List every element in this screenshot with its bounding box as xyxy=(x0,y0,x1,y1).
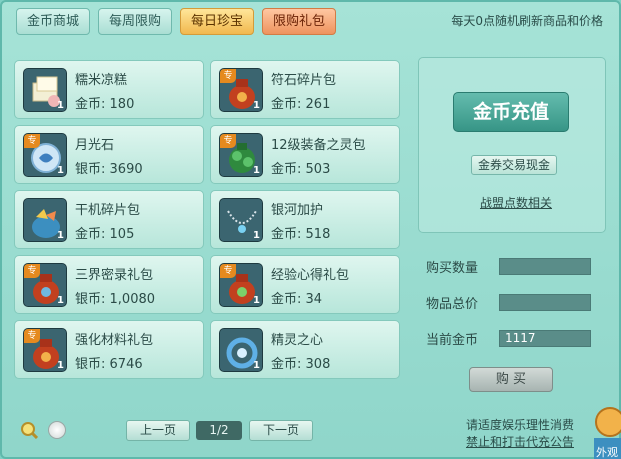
item-price: 银币: 3690 xyxy=(75,162,143,177)
item-name: 强化材料礼包 xyxy=(75,333,154,348)
total-price-field xyxy=(499,294,591,311)
item-name: 符石碎片包 xyxy=(271,73,337,88)
shop-item[interactable]: 1 糯米凉糕 金币: 180 xyxy=(14,60,204,119)
item-grid: 1 糯米凉糕 金币: 180 专 1 符石碎片包 金币: 261 专 1 月光石… xyxy=(14,60,400,379)
item-name: 干机碎片包 xyxy=(75,203,141,218)
item-price: 金币: 308 xyxy=(271,357,331,372)
gift-bag-icon: 专 1 xyxy=(23,263,67,307)
tab-gold-mall[interactable]: 金币商城 xyxy=(16,8,91,35)
item-price: 金币: 518 xyxy=(271,227,331,242)
rune-bag-icon: 专 1 xyxy=(219,68,263,112)
tab-limited-gift[interactable]: 限购礼包 xyxy=(262,8,337,35)
tab-daily-treasure[interactable]: 每日珍宝 xyxy=(180,8,255,35)
equipment-spirit-bag-icon: 专 1 xyxy=(219,133,263,177)
toggle-dot-icon[interactable] xyxy=(48,421,66,439)
shop-item[interactable]: 1 银河加护 金币: 518 xyxy=(210,190,400,249)
voucher-exchange-button[interactable]: 金券交易现金 xyxy=(471,155,557,175)
buy-quantity-label: 购买数量 xyxy=(426,261,479,276)
buy-button[interactable]: 购 买 xyxy=(469,367,553,392)
item-price: 金币: 180 xyxy=(75,97,135,112)
item-price: 金币: 105 xyxy=(75,227,135,242)
shop-item[interactable]: 专 1 三界密录礼包 银币: 1,0080 xyxy=(14,255,204,314)
exclusive-badge: 专 xyxy=(24,134,40,148)
gift-bag-icon: 专 1 xyxy=(219,263,263,307)
item-price: 金币: 503 xyxy=(271,162,331,177)
shop-item[interactable]: 专 1 经验心得礼包 金币: 34 xyxy=(210,255,400,314)
exterior-label: 外观 xyxy=(596,446,618,459)
shop-item[interactable]: 1 精灵之心 金币: 308 xyxy=(210,320,400,379)
item-name: 三界密录礼包 xyxy=(75,268,154,283)
shop-item[interactable]: 专 1 12级装备之灵包 金币: 503 xyxy=(210,125,400,184)
current-gold-field: 1117 xyxy=(499,330,591,347)
prev-page-button[interactable]: 上一页 xyxy=(126,420,190,441)
item-price: 银币: 6746 xyxy=(75,357,143,372)
exclusive-badge: 专 xyxy=(24,329,40,343)
total-price-label: 物品总价 xyxy=(426,297,479,312)
item-price: 金币: 261 xyxy=(271,97,331,112)
gold-recharge-button[interactable]: 金币充值 xyxy=(453,92,569,132)
item-name: 银河加护 xyxy=(271,203,324,218)
exterior-button[interactable]: 外观 xyxy=(590,402,621,459)
tab-bar: 金币商城 每周限购 每日珍宝 限购礼包 xyxy=(16,8,337,35)
shop-item[interactable]: 专 1 月光石 银币: 3690 xyxy=(14,125,204,184)
item-name: 12级装备之灵包 xyxy=(271,138,366,153)
current-gold-label: 当前金币 xyxy=(426,333,479,348)
necklace-icon: 1 xyxy=(219,198,263,242)
recharge-panel: 金币充值 金券交易现金 战盟点数相关 xyxy=(418,57,606,233)
fragment-bag-icon: 1 xyxy=(23,198,67,242)
item-price: 银币: 1,0080 xyxy=(75,292,156,307)
shop-item[interactable]: 1 干机碎片包 金币: 105 xyxy=(14,190,204,249)
spirit-heart-icon: 1 xyxy=(219,328,263,372)
page-indicator: 1/2 xyxy=(196,421,242,440)
exclusive-badge: 专 xyxy=(24,264,40,278)
item-name: 精灵之心 xyxy=(271,333,324,348)
item-name: 经验心得礼包 xyxy=(271,268,350,283)
shop-item[interactable]: 专 1 强化材料礼包 银币: 6746 xyxy=(14,320,204,379)
refresh-notice: 每天0点随机刷新商品和价格 xyxy=(451,14,603,28)
item-name: 糯米凉糕 xyxy=(75,73,128,88)
gift-bag-icon: 专 1 xyxy=(23,328,67,372)
item-name: 月光石 xyxy=(75,138,115,153)
rice-cake-icon: 1 xyxy=(23,68,67,112)
tab-weekly-limit[interactable]: 每周限购 xyxy=(98,8,173,35)
exclusive-badge: 专 xyxy=(220,69,236,83)
exclusive-badge: 专 xyxy=(220,264,236,278)
alliance-points-link[interactable]: 战盟点数相关 xyxy=(471,194,561,211)
shop-item[interactable]: 专 1 符石碎片包 金币: 261 xyxy=(210,60,400,119)
buy-quantity-field[interactable] xyxy=(499,258,591,275)
zoom-icon[interactable] xyxy=(20,421,39,440)
moonstone-icon: 专 1 xyxy=(23,133,67,177)
item-price: 金币: 34 xyxy=(271,292,323,307)
next-page-button[interactable]: 下一页 xyxy=(249,420,313,441)
exclusive-badge: 专 xyxy=(220,134,236,148)
responsible-play-notice: 请适度娱乐理性消费 xyxy=(465,418,574,432)
anti-proxy-notice-link[interactable]: 禁止和打击代充公告 xyxy=(466,433,574,450)
